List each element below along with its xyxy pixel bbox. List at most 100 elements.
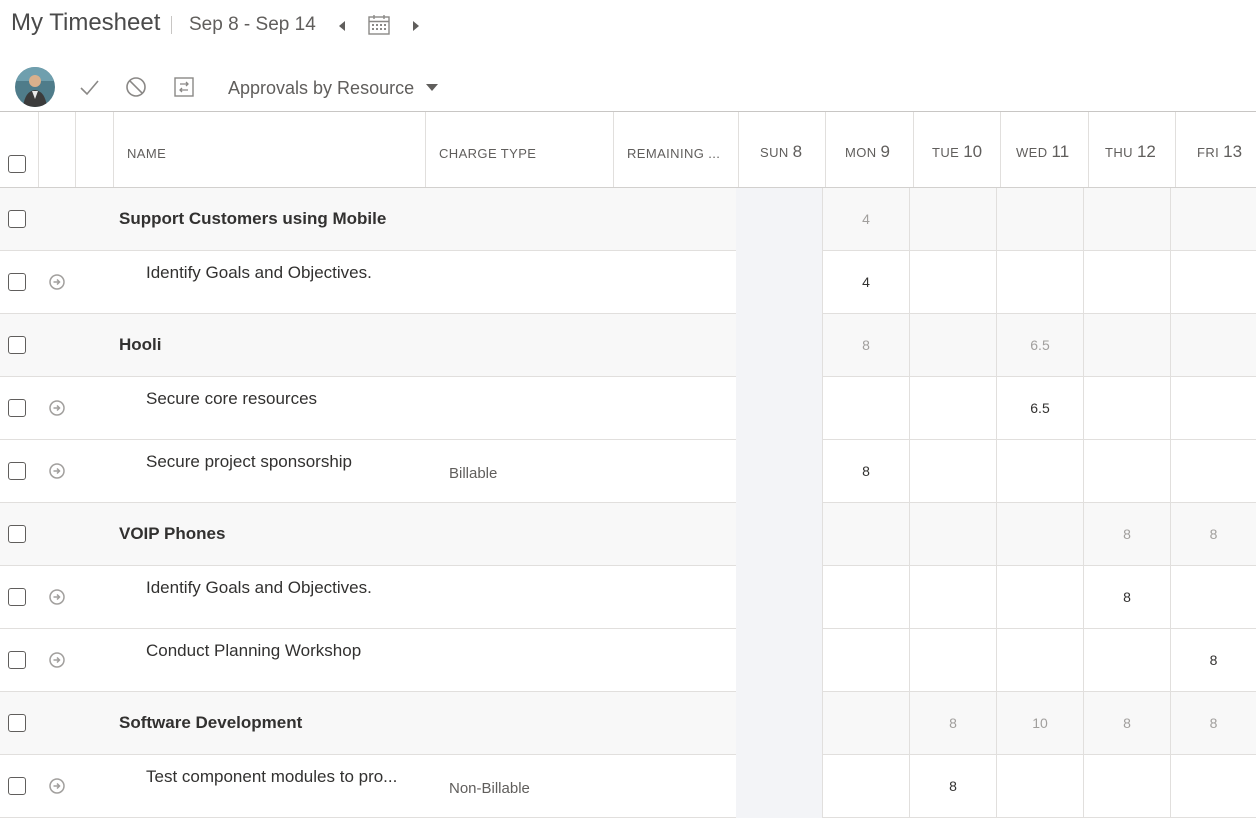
hours-cell-tue: [910, 188, 997, 251]
hours-cell-wed[interactable]: [997, 440, 1084, 503]
hours-cell-mon[interactable]: [823, 755, 910, 818]
hours-cell-thu[interactable]: [1084, 755, 1171, 818]
open-task-icon[interactable]: [49, 589, 65, 605]
task-row[interactable]: Test component modules to pro... Non-Bill…: [0, 755, 1256, 818]
hours-cell-wed[interactable]: [997, 566, 1084, 629]
project-name: Software Development: [119, 713, 303, 732]
hours-cell-tue: 8: [910, 692, 997, 755]
previous-week-button[interactable]: [336, 18, 348, 34]
hours-cell-wed: 6.5: [997, 314, 1084, 377]
project-row[interactable]: Software Development 8 10 8 8: [0, 692, 1256, 755]
row-checkbox[interactable]: [8, 714, 26, 732]
open-task-icon[interactable]: [49, 778, 65, 794]
hours-cell-sun[interactable]: [736, 377, 823, 440]
hours-cell-mon[interactable]: [823, 566, 910, 629]
day-column-header-thu: THU 12: [1089, 112, 1176, 187]
row-checkbox[interactable]: [8, 588, 26, 606]
select-all-header: [0, 112, 39, 187]
hours-cell-sun[interactable]: [736, 251, 823, 314]
day-number: 8: [792, 142, 803, 161]
task-name[interactable]: Test component modules to pro...: [146, 767, 397, 787]
hours-cell-fri[interactable]: [1171, 755, 1256, 818]
charge-type-value: Billable: [449, 465, 498, 482]
hours-cell-tue[interactable]: [910, 377, 997, 440]
open-task-icon[interactable]: [49, 400, 65, 416]
hours-cell-tue[interactable]: 8: [910, 755, 997, 818]
remaining-column-header[interactable]: REMAINING ...: [614, 112, 739, 187]
approvals-view-label: Approvals by Resource: [228, 77, 415, 98]
page-title: My Timesheet: [11, 9, 161, 36]
task-name[interactable]: Secure project sponsorship: [146, 452, 352, 472]
hours-cell-sun[interactable]: [736, 629, 823, 692]
task-name[interactable]: Conduct Planning Workshop: [146, 641, 361, 661]
hours-cell-wed[interactable]: [997, 251, 1084, 314]
next-week-button[interactable]: [410, 18, 422, 34]
hours-cell-wed[interactable]: [997, 755, 1084, 818]
row-checkbox[interactable]: [8, 336, 26, 354]
hours-cell-mon[interactable]: 8: [823, 440, 910, 503]
hours-cell-wed[interactable]: [997, 629, 1084, 692]
hours-cell-tue[interactable]: [910, 251, 997, 314]
calendar-button[interactable]: [367, 13, 391, 37]
task-name[interactable]: Identify Goals and Objectives.: [146, 578, 372, 598]
task-row[interactable]: Conduct Planning Workshop 8: [0, 629, 1256, 692]
hours-cell-mon[interactable]: 4: [823, 251, 910, 314]
project-row[interactable]: VOIP Phones 8 8: [0, 503, 1256, 566]
row-checkbox[interactable]: [8, 210, 26, 228]
caret-left-icon: [339, 21, 345, 31]
open-task-icon[interactable]: [49, 274, 65, 290]
task-row[interactable]: Identify Goals and Objectives. 4: [0, 251, 1256, 314]
hours-cell-thu[interactable]: [1084, 377, 1171, 440]
task-name[interactable]: Secure core resources: [146, 389, 317, 409]
project-row[interactable]: Support Customers using Mobile 4: [0, 188, 1256, 251]
open-task-icon[interactable]: [49, 463, 65, 479]
day-column-header-mon: MON 9: [826, 112, 914, 187]
hours-cell-thu[interactable]: [1084, 251, 1171, 314]
hours-cell-tue[interactable]: [910, 566, 997, 629]
project-row[interactable]: Hooli 8 6.5: [0, 314, 1256, 377]
avatar[interactable]: [15, 67, 55, 107]
charge-type-column-header[interactable]: CHARGE TYPE: [426, 112, 614, 187]
hours-cell-fri[interactable]: [1171, 251, 1256, 314]
select-all-checkbox[interactable]: [8, 155, 26, 173]
row-checkbox[interactable]: [8, 462, 26, 480]
row-checkbox[interactable]: [8, 273, 26, 291]
hours-cell-tue[interactable]: [910, 629, 997, 692]
hours-cell-tue[interactable]: [910, 440, 997, 503]
task-row[interactable]: Identify Goals and Objectives. 8: [0, 566, 1256, 629]
hours-cell-fri: 8: [1209, 526, 1218, 542]
name-column-header[interactable]: NAME: [114, 112, 426, 187]
hours-cell-thu[interactable]: [1084, 440, 1171, 503]
row-checkbox[interactable]: [8, 399, 26, 417]
hours-cell-thu[interactable]: 8: [1084, 566, 1171, 629]
hours-cell-thu[interactable]: [1084, 629, 1171, 692]
hours-cell-sun[interactable]: [736, 440, 823, 503]
hours-cell-mon[interactable]: [823, 629, 910, 692]
hours-cell-sun[interactable]: [736, 566, 823, 629]
hours-cell-fri[interactable]: 8: [1171, 629, 1256, 692]
row-checkbox[interactable]: [8, 777, 26, 795]
hours-cell-thu: 8: [1084, 503, 1171, 566]
task-row[interactable]: Secure core resources 6.5: [0, 377, 1256, 440]
approvals-view-dropdown[interactable]: Approvals by Resource: [228, 77, 439, 99]
hours-cell-fri[interactable]: [1171, 566, 1256, 629]
row-checkbox[interactable]: [8, 525, 26, 543]
hours-cell-fri[interactable]: [1171, 440, 1256, 503]
name-column-label: NAME: [127, 146, 167, 161]
hours-cell-mon[interactable]: [823, 377, 910, 440]
hours-cell-fri[interactable]: [1171, 377, 1256, 440]
sync-square-icon: [174, 77, 194, 97]
approve-button[interactable]: [78, 76, 100, 98]
recall-button[interactable]: [173, 76, 195, 98]
day-number: 9: [880, 142, 891, 161]
hours-cell-sun[interactable]: [736, 755, 823, 818]
open-task-icon[interactable]: [49, 652, 65, 668]
reject-button[interactable]: [125, 76, 147, 98]
task-row[interactable]: Secure project sponsorship Billable 8: [0, 440, 1256, 503]
hours-cell-mon: [823, 503, 910, 566]
hours-cell-fri: 8: [1209, 715, 1218, 731]
day-name: THU: [1105, 145, 1133, 160]
hours-cell-wed[interactable]: 6.5: [997, 377, 1084, 440]
task-name[interactable]: Identify Goals and Objectives.: [146, 263, 372, 283]
row-checkbox[interactable]: [8, 651, 26, 669]
